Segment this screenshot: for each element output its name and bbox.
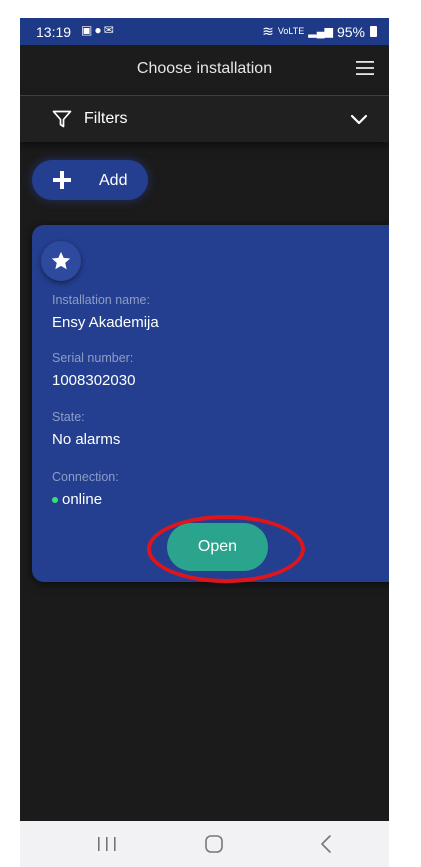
notification-icons: ▣●✉ <box>81 23 116 37</box>
state-value: No alarms <box>52 431 121 448</box>
wifi-icon: ≋ <box>262 23 274 39</box>
filter-icon <box>52 110 72 128</box>
state-label: State: <box>52 410 85 424</box>
page-title: Choose installation <box>136 60 273 77</box>
status-right: ≋ VoLTE ▂▄▆ 95% <box>262 23 377 40</box>
app-bar: Choose installation <box>20 45 389 95</box>
installation-card: Installation name: Ensy Akademija Serial… <box>32 225 389 583</box>
serial-number-value: 1008302030 <box>52 372 136 389</box>
status-time: 13:19 <box>36 24 72 40</box>
serial-number-label: Serial number: <box>52 351 134 365</box>
star-icon <box>51 251 71 270</box>
favorite-button[interactable] <box>41 241 81 281</box>
mail-icon: ✉ <box>103 23 116 37</box>
back-icon[interactable] <box>316 833 338 855</box>
hamburger-menu-icon[interactable] <box>355 58 375 78</box>
phone-screen: 13:19 ▣●✉ ≋ VoLTE ▂▄▆ 95% Choose install… <box>20 18 389 867</box>
system-navigation-bar <box>20 821 389 867</box>
battery-level: 95% <box>336 23 365 40</box>
online-status-dot-icon <box>52 497 58 504</box>
connection-value: online <box>62 491 103 508</box>
connection-value-row: online <box>52 491 102 508</box>
open-button[interactable]: Open <box>167 523 268 571</box>
connection-label: Connection: <box>52 470 119 484</box>
battery-icon <box>370 26 377 37</box>
chat-icon: ● <box>94 23 104 37</box>
plus-icon <box>53 171 71 189</box>
installation-name-label: Installation name: <box>52 293 150 307</box>
add-installation-button[interactable]: Add <box>32 160 148 200</box>
network-label: VoLTE <box>277 26 305 36</box>
recent-apps-icon[interactable] <box>92 835 122 853</box>
status-bar: 13:19 ▣●✉ ≋ VoLTE ▂▄▆ 95% <box>20 18 389 45</box>
signal-icon: ▂▄▆ <box>308 26 333 38</box>
filters-toggle[interactable]: Filters <box>20 95 389 142</box>
chevron-down-icon[interactable] <box>349 110 369 130</box>
home-icon[interactable] <box>203 833 225 855</box>
installation-name-value: Ensy Akademija <box>52 314 159 331</box>
filters-label: Filters <box>84 110 128 127</box>
add-button-label: Add <box>99 172 128 189</box>
image-icon: ▣ <box>81 23 95 37</box>
